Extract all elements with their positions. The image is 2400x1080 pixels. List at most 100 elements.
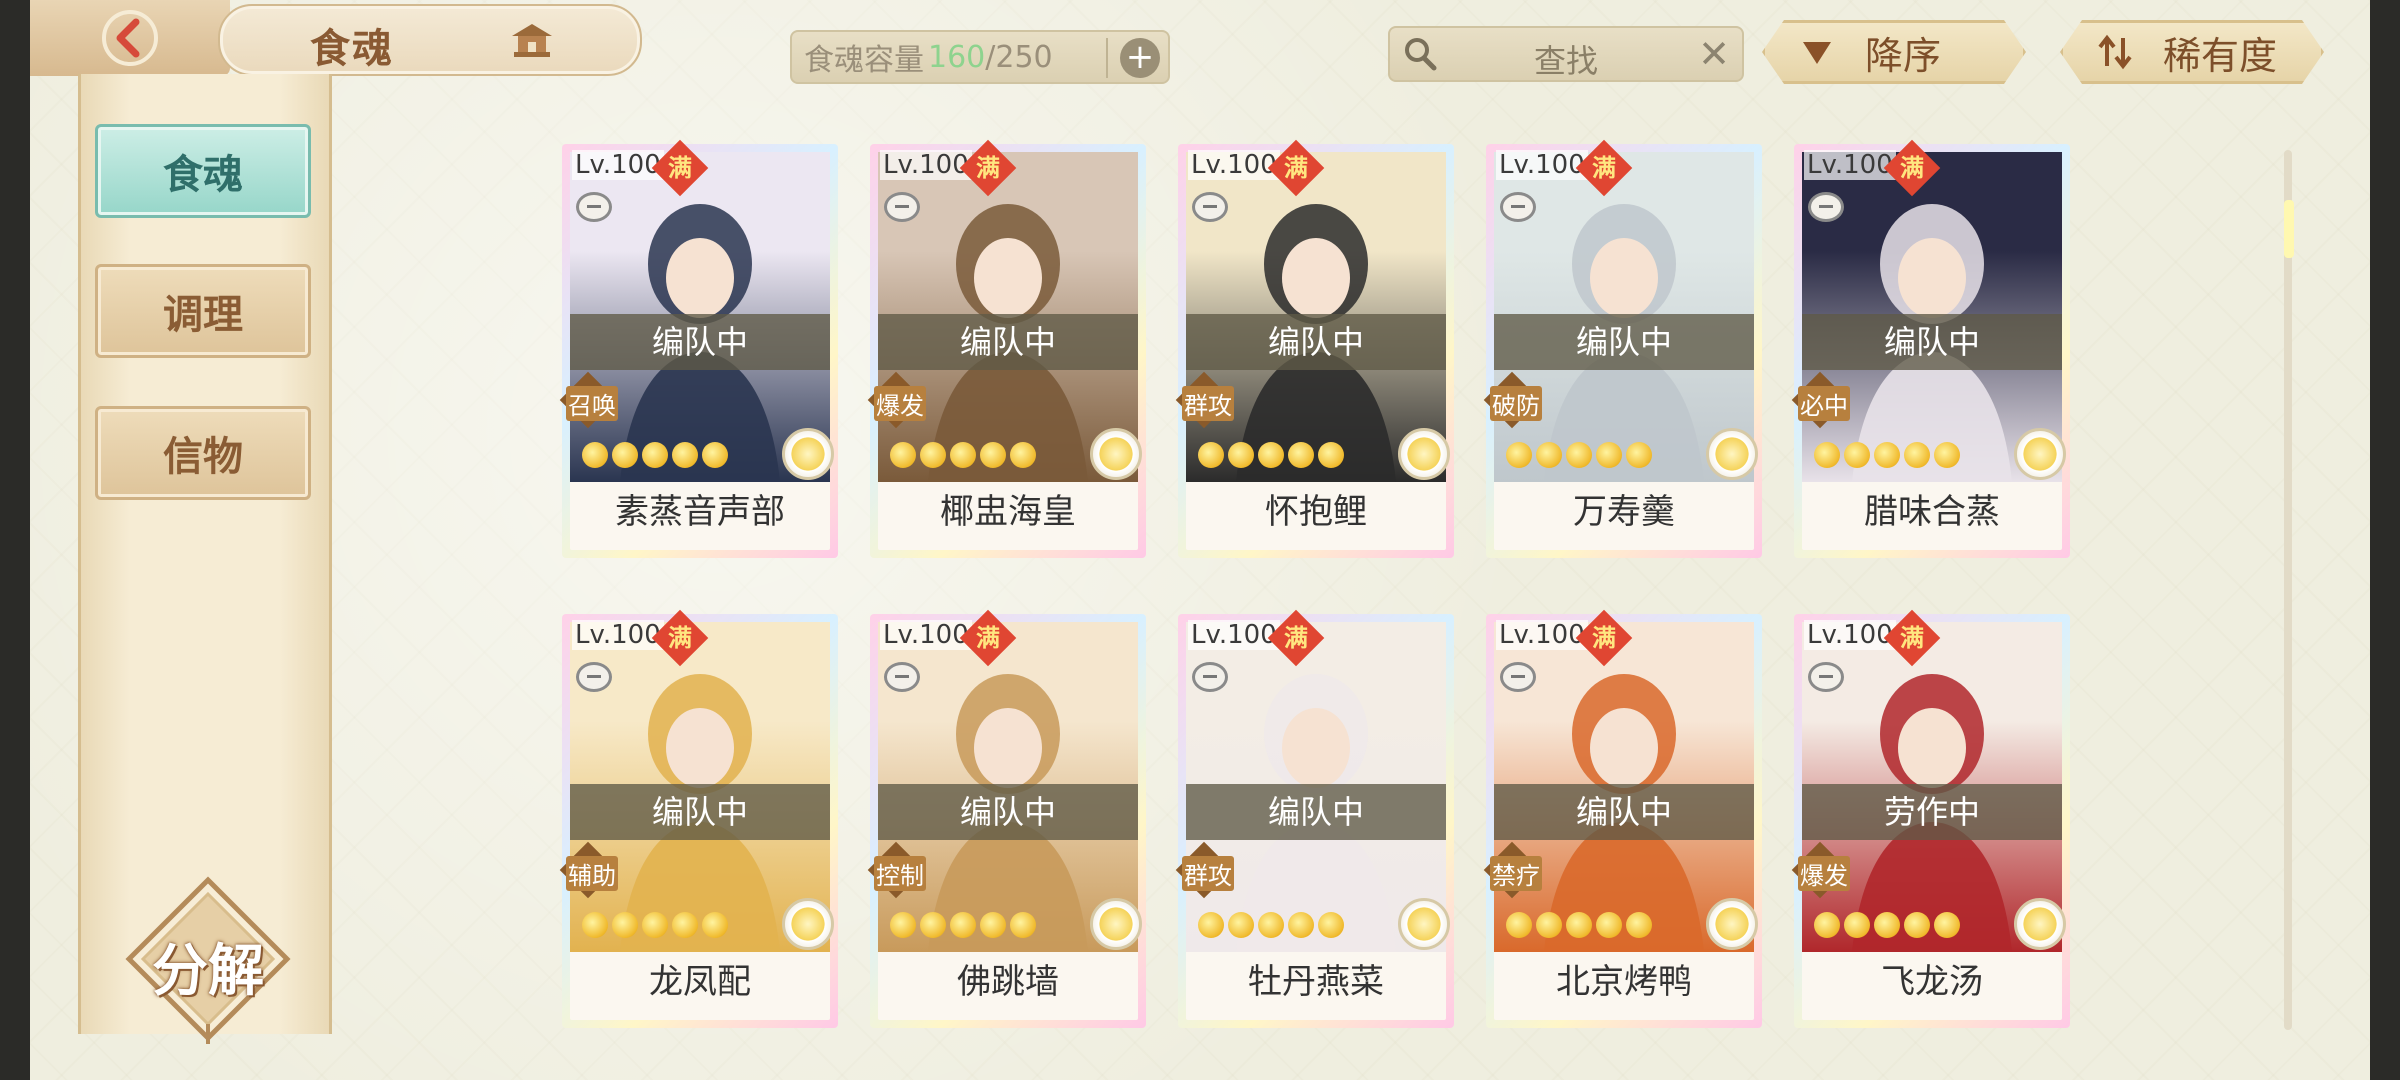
- search-input[interactable]: 查找: [1390, 36, 1742, 82]
- status-banner: 编队中: [878, 314, 1138, 370]
- role-label: 禁疗: [1490, 856, 1542, 891]
- food-soul-name: 素蒸音声部: [615, 492, 785, 532]
- role-tag: 必中: [1791, 371, 1878, 429]
- max-level-text: 满: [1900, 624, 1924, 652]
- star-icon: [890, 442, 916, 468]
- star-icon: [1566, 442, 1592, 468]
- food-soul-card[interactable]: Lv.100 满 编队中 必中 腊味合蒸: [1791, 139, 2070, 558]
- star-icon: [1010, 912, 1036, 938]
- star-rating: [890, 912, 1036, 938]
- lock-oval-icon[interactable]: [1500, 662, 1536, 692]
- lock-oval-icon[interactable]: [1808, 192, 1844, 222]
- role-tag: 群攻: [1175, 841, 1262, 899]
- sort-field-button[interactable]: 稀有度: [2060, 20, 2324, 84]
- sort-order-button[interactable]: 降序: [1762, 20, 2026, 84]
- tab-cooking[interactable]: 调理: [95, 264, 311, 358]
- star-icon: [672, 442, 698, 468]
- max-level-text: 满: [976, 624, 1000, 652]
- role-tag: 群攻: [1175, 371, 1262, 429]
- flower-emblem-icon: [782, 898, 834, 950]
- food-soul-name: 椰盅海皇: [940, 492, 1076, 532]
- star-icon: [582, 912, 608, 938]
- star-icon: [672, 912, 698, 938]
- star-icon: [1228, 442, 1254, 468]
- star-rating: [582, 442, 728, 468]
- max-level-text: 满: [1284, 154, 1308, 182]
- scrollbar-track[interactable]: [2284, 150, 2292, 1030]
- level-label: Lv.100: [1804, 620, 1896, 650]
- star-icon: [1258, 442, 1284, 468]
- pavilion-home-icon[interactable]: [510, 20, 554, 60]
- star-icon: [582, 442, 608, 468]
- food-soul-card[interactable]: Lv.100 满 编队中 群攻 怀抱鲤: [1175, 139, 1454, 558]
- tab-food-soul[interactable]: 食魂: [95, 124, 311, 218]
- lock-oval-icon[interactable]: [576, 192, 612, 222]
- max-level-text: 满: [976, 154, 1000, 182]
- star-icon: [1904, 442, 1930, 468]
- capacity-current: 160: [928, 39, 986, 75]
- food-soul-card[interactable]: Lv.100 满 劳作中 爆发 飞龙汤: [1791, 609, 2070, 1028]
- level-label: Lv.100: [880, 150, 972, 180]
- status-banner: 劳作中: [1802, 784, 2062, 840]
- food-soul-card[interactable]: Lv.100 满 编队中 破防 万寿羹: [1483, 139, 1762, 558]
- role-tag: 爆发: [1791, 841, 1878, 899]
- food-soul-name: 牡丹燕菜: [1248, 962, 1384, 1002]
- star-icon: [702, 912, 728, 938]
- food-soul-card[interactable]: Lv.100 满 编队中 禁疗 北京烤鸭: [1483, 609, 1762, 1028]
- flower-emblem-icon: [1090, 428, 1142, 480]
- star-icon: [1596, 912, 1622, 938]
- food-soul-card[interactable]: Lv.100 满 编队中 群攻 牡丹燕菜: [1175, 609, 1454, 1028]
- star-icon: [1506, 912, 1532, 938]
- food-soul-card[interactable]: Lv.100 满 编队中 召唤 素蒸音声部: [559, 139, 838, 558]
- star-icon: [612, 442, 638, 468]
- star-icon: [1536, 442, 1562, 468]
- back-button[interactable]: [30, 0, 230, 76]
- status-banner: 编队中: [1802, 314, 2062, 370]
- food-soul-name: 佛跳墙: [957, 962, 1059, 1002]
- food-soul-card[interactable]: Lv.100 满 编队中 辅助 龙凤配: [559, 609, 838, 1028]
- lock-oval-icon[interactable]: [1192, 662, 1228, 692]
- scrollbar-thumb[interactable]: [2284, 200, 2294, 258]
- food-soul-card[interactable]: Lv.100 满 编队中 爆发 椰盅海皇: [867, 139, 1146, 558]
- food-soul-card[interactable]: Lv.100 满 编队中 控制 佛跳墙: [867, 609, 1146, 1028]
- flower-emblem-icon: [1706, 898, 1758, 950]
- level-label: Lv.100: [1188, 150, 1280, 180]
- star-icon: [1198, 442, 1224, 468]
- star-icon: [1318, 912, 1344, 938]
- max-level-text: 满: [1284, 624, 1308, 652]
- star-icon: [1010, 442, 1036, 468]
- lock-oval-icon[interactable]: [1808, 662, 1844, 692]
- decompose-button[interactable]: 分解: [123, 874, 293, 1044]
- lock-oval-icon[interactable]: [1192, 192, 1228, 222]
- expand-capacity-button[interactable]: +: [1120, 38, 1160, 78]
- role-label: 群攻: [1182, 856, 1234, 891]
- role-label: 群攻: [1182, 386, 1234, 421]
- lock-oval-icon[interactable]: [576, 662, 612, 692]
- star-icon: [890, 912, 916, 938]
- max-level-text: 满: [1592, 154, 1616, 182]
- level-label: Lv.100: [1804, 150, 1896, 180]
- clear-search-icon[interactable]: ✕: [1698, 32, 1730, 76]
- level-label: Lv.100: [1496, 150, 1588, 180]
- top-bar: 食魂 食魂容量 160 /250 + 查找 ✕ 降序 稀有度: [30, 0, 2370, 84]
- star-icon: [1258, 912, 1284, 938]
- star-icon: [1874, 912, 1900, 938]
- star-icon: [612, 912, 638, 938]
- search-box[interactable]: 查找 ✕: [1388, 26, 1744, 82]
- flower-emblem-icon: [1398, 898, 1450, 950]
- flower-emblem-icon: [782, 428, 834, 480]
- lock-oval-icon[interactable]: [884, 662, 920, 692]
- star-icon: [1626, 912, 1652, 938]
- back-arrow-icon: [102, 10, 158, 66]
- star-icon: [1934, 442, 1960, 468]
- star-rating: [1198, 442, 1344, 468]
- lock-oval-icon[interactable]: [884, 192, 920, 222]
- status-banner: 编队中: [1186, 784, 1446, 840]
- star-icon: [1874, 442, 1900, 468]
- role-label: 必中: [1798, 386, 1850, 421]
- level-label: Lv.100: [1188, 620, 1280, 650]
- star-icon: [1844, 442, 1870, 468]
- star-icon: [1566, 912, 1592, 938]
- tab-keepsake[interactable]: 信物: [95, 406, 311, 500]
- lock-oval-icon[interactable]: [1500, 192, 1536, 222]
